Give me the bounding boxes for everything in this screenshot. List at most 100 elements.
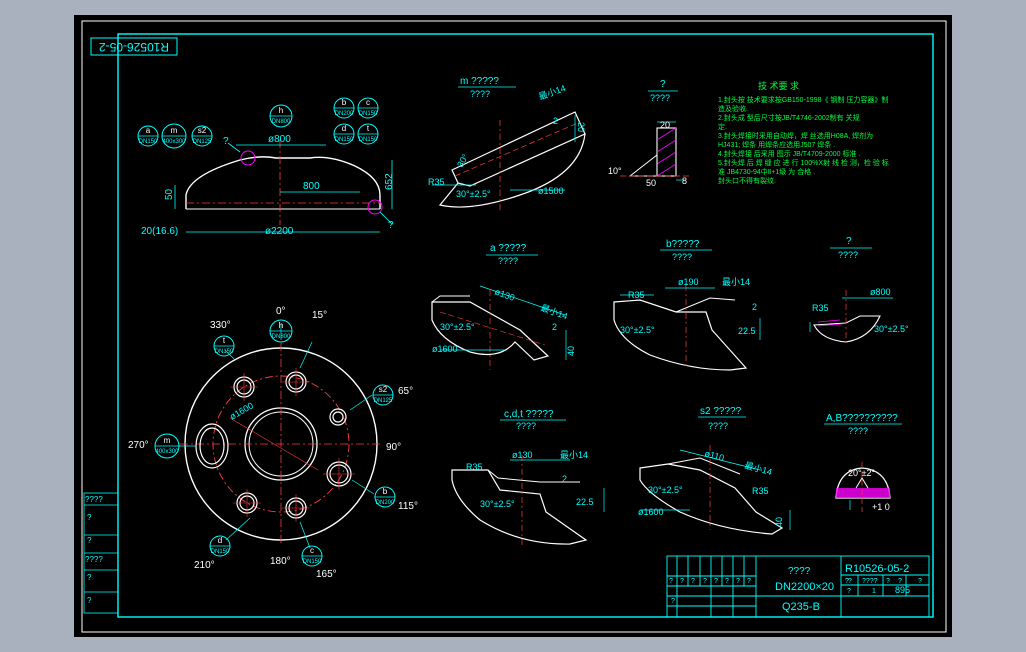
detail-s2-dim-2: 30°±2.5° [648, 485, 683, 495]
detail-cdt-title: c,d,t ????? [504, 409, 554, 420]
detail-s2-dim-4: ø1600 [638, 507, 664, 517]
angle-0: 0° [276, 306, 286, 317]
title-spec: DN2200×20 [775, 581, 834, 593]
detail-ab-sub: ???? [848, 426, 868, 436]
balloon-c: c DN150 [301, 545, 323, 567]
notes-line: HJ431; 焊条 用焊条应选用J507 焊条 . [718, 140, 835, 149]
balloon-size: DN150 [303, 559, 322, 565]
notes-line: 1.封头按 技术要求按GB150-1998《 钢制 压力容器》制 [718, 95, 888, 104]
title-header-cell: ? [918, 578, 922, 585]
balloon-d: d DN150 [333, 123, 355, 145]
notes-line: 2.封头成 型后尺寸按JB/T4746-2002制有 关规 [718, 113, 860, 122]
left-panel-cell-1: ? [87, 513, 92, 522]
balloon-label: d [218, 536, 222, 545]
detail-s2-dim-5: 40 [774, 517, 784, 527]
detail-cdt-dim-3: 2 [562, 474, 567, 484]
balloon-size: 400x300 [155, 449, 179, 455]
detail-weld-sub: ???? [650, 93, 670, 103]
angle-330: 330° [210, 320, 231, 331]
title-code: R10526-05-2 [845, 563, 909, 575]
title-name: ???? [788, 566, 811, 577]
balloon-label: d [342, 124, 346, 133]
balloon-size: DN150 [359, 137, 378, 143]
left-panel-cell-5: ? [87, 596, 92, 605]
detail-cdt-dim-5: 22.5 [576, 497, 594, 507]
title-header-cell: ? [898, 578, 902, 585]
rotated-code-box: R10526-05-2 [90, 37, 178, 56]
detail-weld-dim-2: 8 [682, 176, 687, 186]
balloon-label: s2 [379, 385, 388, 394]
balloon-m: m 400x300 [161, 123, 187, 149]
detail-s2-sub: ???? [708, 421, 728, 431]
detail-b-dim-2: R35 [628, 290, 645, 300]
detail-cdt-sub: ???? [516, 421, 536, 431]
detail-weld-dim-0: 20 [660, 120, 670, 130]
title-rev-cell: ? [725, 578, 729, 585]
detail-a-title: a ????? [490, 243, 527, 254]
angle-270: 270° [128, 440, 149, 451]
detail-b-title: b????? [666, 239, 700, 250]
detail-top-title: ? [846, 236, 852, 247]
balloon-s2: s2 DN125 [191, 125, 213, 147]
detail-weld-title: ? [660, 79, 666, 90]
title-value-cell: 1 [872, 588, 876, 595]
dim-diameter: ø2200 [265, 226, 294, 237]
notes-line: 3.封头焊接时采用自动焊，焊 丝选用H08A, 焊剂为 [718, 131, 873, 140]
detail-cdt-dim-1: 最小14 [560, 450, 588, 460]
detail-a-dim-2: 2 [552, 322, 557, 332]
detail-b-dim-4: 2 [752, 302, 757, 312]
title-value-cell: 895 [895, 585, 910, 595]
cad-drawing-canvas: R10526-05-2 ???? ? ? ???? ? ? ø800 800 ø… [74, 15, 952, 637]
detail-m-title: m ????? [460, 76, 499, 87]
notes-line: 准 JB4730-94中Ⅱ+1级 为 合格 . [718, 167, 815, 176]
detail-top-sub: ???? [838, 250, 858, 260]
detail-ab-dim-0: 20°±2° [848, 468, 876, 478]
detail-top-dim-2: 30°±2.5° [874, 324, 909, 334]
angle-210: 210° [194, 560, 215, 571]
balloon-t: tDN150 [357, 123, 379, 145]
balloon-m: m 400x300 [154, 433, 180, 459]
detail-cdt-dim-0: ø130 [512, 450, 533, 460]
detail-b-dim-5: 22.5 [738, 326, 756, 336]
title-rev-cell: ? [703, 578, 707, 585]
balloon-size: DN150 [359, 111, 378, 117]
angle-115: 115° [398, 501, 418, 512]
balloon-label: b [342, 98, 347, 107]
balloon-label: c [366, 98, 370, 107]
title-header-cell: ???? [862, 578, 878, 585]
detail-ab-title: A,B?????????? [826, 413, 898, 424]
balloon-d: d DN150 [209, 535, 231, 557]
dim-height: 652 [384, 173, 395, 190]
dim-thickness: 20(16.6) [141, 226, 178, 237]
detail-m-dim-4: R35 [428, 177, 445, 187]
notes-line: 封头口不得有裂纹. [718, 176, 776, 185]
detail-m-dim-2: 2 [553, 116, 558, 126]
balloon-label: s2 [198, 126, 207, 135]
balloon-label: m [171, 126, 178, 135]
balloon-label: m [164, 436, 171, 445]
left-panel-cell-3: ???? [85, 555, 103, 564]
detail-m-dim-1: 20 [576, 122, 586, 132]
detail-m-sub: ???? [470, 89, 490, 99]
dim-flat: 800 [303, 181, 320, 192]
notes-title: 技 术要 求 [758, 80, 799, 91]
dim-top-opening: ø800 [268, 134, 291, 145]
balloon-size: DN150 [335, 137, 354, 143]
balloon-size: DN800 [272, 119, 291, 125]
detail-cdt-dim-2: R35 [466, 462, 483, 472]
balloon-size: DN200 [376, 500, 395, 506]
title-header-cell: ? [848, 578, 852, 585]
detail-b-dim-3: 30°±2.5° [620, 325, 655, 335]
detail-m-dim-6: ø1500 [538, 186, 564, 196]
detail-marker-left: ? [223, 136, 229, 147]
notes-line: 5.封头焊 后 焊 缝 应 进 行 100%X射 线 检 测，检 验 标 [718, 158, 889, 167]
balloon-size: DN150 [215, 349, 234, 355]
detail-b-sub: ???? [672, 252, 692, 262]
balloon-b: b DN200 [374, 486, 396, 508]
balloon-c: c DN150 [357, 97, 379, 119]
angle-15: 15° [312, 310, 327, 321]
balloon-size: DN150 [139, 139, 158, 145]
detail-s2-title: s2 ????? [700, 406, 742, 417]
angle-65: 65° [398, 386, 413, 397]
balloon-label: h [279, 321, 283, 330]
